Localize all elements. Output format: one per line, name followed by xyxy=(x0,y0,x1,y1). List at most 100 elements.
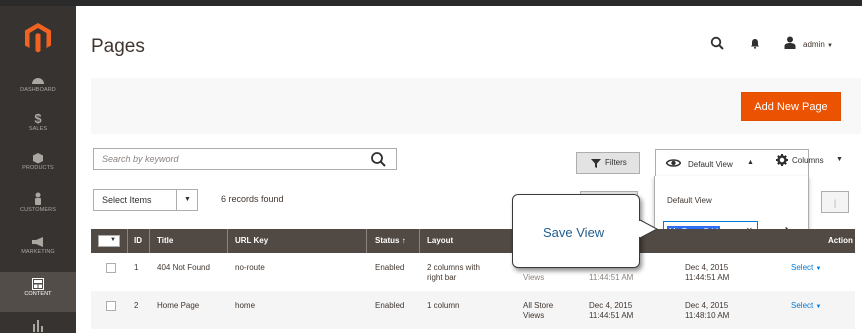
nav-label: SALES xyxy=(28,126,48,132)
header-search-icon[interactable] xyxy=(710,36,724,50)
cell-title: Home Page xyxy=(157,301,200,310)
eye-icon xyxy=(666,159,681,167)
cell-modified-line: 11:44:51 AM xyxy=(685,273,730,282)
nav-marketing[interactable]: MARKETING xyxy=(0,232,76,268)
notifications-bell-icon[interactable] xyxy=(750,38,760,49)
row-select-action[interactable]: Select ▼ xyxy=(791,263,821,274)
cell-modified-line: 11:48:10 AM xyxy=(685,311,730,320)
search-placeholder: Search by keyword xyxy=(102,154,179,164)
nav-dashboard[interactable]: DASHBOARD xyxy=(0,70,76,106)
cell-store-line: Views xyxy=(523,311,545,320)
default-view-option[interactable]: Default View xyxy=(667,196,712,205)
cell-url-key: home xyxy=(235,301,256,310)
cell-status: Enabled xyxy=(375,263,405,272)
user-icon[interactable] xyxy=(784,36,796,49)
table-row: 1 404 Not Found no-route Enabled 2 colum… xyxy=(91,253,855,291)
nav-sales[interactable]: $ SALES xyxy=(0,108,76,144)
mass-select-checkbox[interactable]: ▼ xyxy=(98,235,120,247)
cell-layout: 1 column xyxy=(427,301,460,310)
cell-store-line: All Store xyxy=(523,301,554,310)
search-icon[interactable] xyxy=(370,151,386,167)
cell-layout-line: 2 columns with xyxy=(427,263,480,272)
mass-action-select[interactable]: Select Items ▼ xyxy=(93,189,198,211)
table-row: 2 Home Page home Enabled 1 column All St… xyxy=(91,291,855,329)
cell-modified-line: Dec 4, 2015 xyxy=(685,263,729,272)
dollar-icon: $ xyxy=(34,111,42,126)
cell-created: 11:44:51 AM xyxy=(589,273,634,282)
caret-down-icon: ▼ xyxy=(836,156,843,163)
column-divider xyxy=(227,229,228,253)
nav-label: CUSTOMERS xyxy=(20,207,56,213)
nav-label: CONTENT xyxy=(24,291,52,297)
chevron-down-icon: ▼ xyxy=(815,266,822,272)
cell-modified: Dec 4, 2015 11:44:51 AM xyxy=(685,263,729,283)
reports-icon xyxy=(33,320,43,332)
callout-label: Save View xyxy=(543,225,605,240)
save-view-callout: Save View xyxy=(512,194,640,268)
funnel-icon xyxy=(591,159,601,168)
chevron-down-icon: ▼ xyxy=(110,237,116,243)
cell-modified-line: Dec 4, 2015 xyxy=(685,301,729,310)
columns-label: Columns xyxy=(792,156,824,165)
chevron-down-icon: ▼ xyxy=(176,190,198,210)
select-link-label: Select xyxy=(791,263,814,272)
cell-status: Enabled xyxy=(375,301,405,310)
cell-store-view: All Store Views xyxy=(523,301,553,321)
chevron-down-icon: ▼ xyxy=(827,43,833,49)
cell-layout-line: right bar xyxy=(427,273,457,282)
sort-arrow-icon: ↑ xyxy=(401,236,406,245)
chevron-down-icon: ▼ xyxy=(815,304,822,310)
caret-up-icon: ▲ xyxy=(747,159,754,166)
records-found-count: 6 records found xyxy=(221,194,284,204)
pages-grid-header: ▼ ID Title URL Key Status ↑ Layout Actio… xyxy=(91,229,855,253)
column-divider xyxy=(149,229,150,253)
cell-created-line: Dec 4, 2015 xyxy=(589,301,633,310)
keyword-search-input[interactable]: Search by keyword xyxy=(93,148,397,170)
nav-products[interactable]: PRODUCTS xyxy=(0,148,76,184)
cell-modified: Dec 4, 2015 11:48:10 AM xyxy=(685,301,729,321)
person-icon xyxy=(35,192,41,205)
cell-store-view: Views xyxy=(523,273,545,282)
username-label: admin xyxy=(803,40,825,49)
nav-label: DASHBOARD xyxy=(20,87,56,93)
view-label: Default View xyxy=(688,160,733,169)
callout-pointer xyxy=(637,219,659,239)
add-new-page-button[interactable]: Add New Page xyxy=(741,92,841,121)
cell-id: 1 xyxy=(134,263,139,272)
cell-created: Dec 4, 2015 11:44:51 AM xyxy=(589,301,633,321)
nav-content[interactable]: CONTENT xyxy=(0,272,76,312)
megaphone-icon xyxy=(32,237,43,247)
column-header-url-key[interactable]: URL Key xyxy=(235,236,268,245)
cell-id: 2 xyxy=(134,301,139,310)
main-content: Pages admin ▼ Add New Page Search by key… xyxy=(76,6,862,333)
filters-button[interactable]: Filters xyxy=(576,152,640,174)
column-divider xyxy=(127,229,128,253)
cube-icon xyxy=(33,153,43,164)
column-header-action[interactable]: Action xyxy=(828,236,853,245)
nav-label: MARKETING xyxy=(21,249,55,255)
admin-sidebar: DASHBOARD $ SALES PRODUCTS CUSTOMERS MAR… xyxy=(0,6,76,333)
content-icon xyxy=(32,278,44,290)
column-header-id[interactable]: ID xyxy=(134,236,142,245)
status-header-text: Status xyxy=(375,236,400,245)
row-checkbox[interactable] xyxy=(106,263,116,273)
filters-label: Filters xyxy=(605,158,627,167)
magento-logo-icon[interactable] xyxy=(24,22,52,54)
user-menu[interactable]: admin ▼ xyxy=(803,40,833,49)
select-link-label: Select xyxy=(791,301,814,310)
nav-label: PRODUCTS xyxy=(22,165,54,171)
column-header-layout[interactable]: Layout xyxy=(427,236,453,245)
cell-created-line: 11:44:51 AM xyxy=(589,311,634,320)
gear-icon xyxy=(776,154,788,166)
column-header-status[interactable]: Status ↑ xyxy=(375,236,406,245)
nav-customers[interactable]: CUSTOMERS xyxy=(0,188,76,226)
column-header-title[interactable]: Title xyxy=(157,236,173,245)
dashboard-icon xyxy=(32,78,44,84)
mass-action-label: Select Items xyxy=(102,195,152,205)
pager-glyph: | xyxy=(833,198,837,208)
pager-control[interactable]: | xyxy=(821,191,849,213)
row-checkbox[interactable] xyxy=(106,301,116,311)
cell-title: 404 Not Found xyxy=(157,263,210,272)
row-select-action[interactable]: Select ▼ xyxy=(791,301,821,312)
nav-reports[interactable] xyxy=(0,316,76,333)
